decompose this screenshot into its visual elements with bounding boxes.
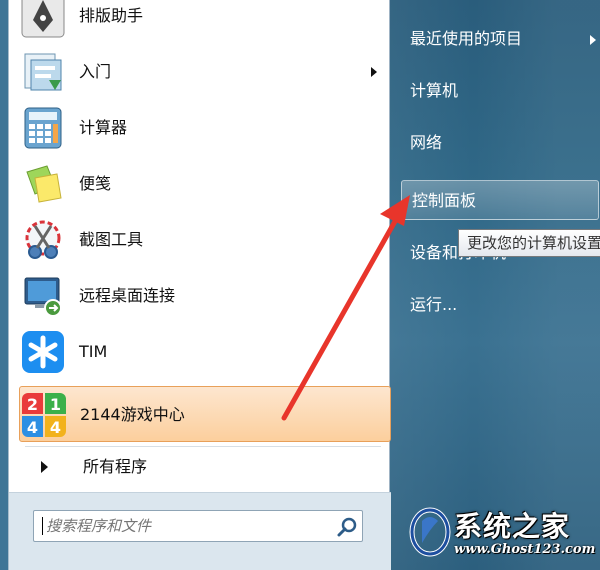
program-label: 2144游戏中心 — [80, 405, 185, 424]
recent-items-link[interactable]: 最近使用的项目 — [400, 24, 596, 54]
run-link[interactable]: 运行... — [400, 290, 457, 320]
program-item-calculator[interactable]: 计算器 — [19, 100, 391, 156]
program-item-sticky-notes[interactable]: 便笺 — [19, 156, 391, 212]
calculator-icon — [24, 107, 62, 149]
divider — [25, 446, 381, 447]
program-item-tim[interactable]: TIM — [19, 324, 391, 380]
watermark-logo-icon — [409, 507, 451, 557]
search-input[interactable] — [46, 515, 316, 537]
pen-nib-icon — [21, 0, 65, 38]
program-item-snipping-tool[interactable]: 截图工具 — [19, 212, 391, 268]
left-frame-edge — [0, 0, 8, 570]
programs-pane: 排版助手 入门 计算器 便笺 截图工具 远程桌面连接 TIM 2 1 4 4 2… — [8, 0, 391, 570]
remote-desktop-icon — [24, 277, 62, 317]
program-label: TIM — [79, 342, 108, 361]
computer-label: 计算机 — [410, 81, 459, 100]
all-programs-label: 所有程序 — [83, 457, 148, 476]
program-item-getting-started[interactable]: 入门 — [19, 44, 391, 100]
computer-link[interactable]: 计算机 — [400, 76, 458, 106]
program-label: 截图工具 — [79, 230, 144, 249]
watermark: 系统之家 www.Ghost123.com — [406, 505, 596, 565]
sticky-notes-icon — [26, 165, 62, 203]
submenu-arrow-icon — [371, 67, 377, 77]
search-icon[interactable] — [336, 516, 358, 538]
svg-text:4: 4 — [50, 418, 61, 437]
svg-text:4: 4 — [27, 418, 38, 437]
program-label: 便笺 — [79, 174, 112, 193]
all-programs-button[interactable]: 所有程序 — [19, 450, 391, 484]
watermark-url: www.Ghost123.com — [454, 542, 596, 557]
submenu-arrow-icon — [590, 35, 596, 45]
network-label: 网络 — [410, 133, 443, 152]
svg-text:1: 1 — [50, 395, 61, 414]
recent-items-label: 最近使用的项目 — [410, 29, 523, 48]
tim-star-icon — [22, 331, 64, 373]
program-label: 入门 — [79, 62, 112, 81]
program-label: 排版助手 — [79, 6, 144, 25]
search-area — [9, 492, 391, 570]
game-center-icon: 21 44 — [22, 393, 66, 437]
right-pane: 最近使用的项目 计算机 网络 设备和打印机 运行... — [390, 0, 600, 570]
search-box[interactable] — [33, 510, 363, 542]
program-item-game-center[interactable]: 21 44 2144游戏中心 — [19, 386, 391, 442]
expand-triangle-icon — [41, 461, 48, 473]
run-label: 运行... — [410, 295, 458, 314]
watermark-title: 系统之家 — [454, 510, 571, 543]
network-link[interactable]: 网络 — [400, 128, 442, 158]
control-panel-link[interactable]: 控制面板 — [401, 180, 599, 220]
program-item-remote-desktop[interactable]: 远程桌面连接 — [19, 268, 391, 324]
scissors-icon — [25, 220, 61, 259]
program-item-typesetting[interactable]: 排版助手 — [19, 0, 391, 44]
getting-started-icon — [24, 53, 62, 91]
text-caret — [42, 517, 43, 535]
tooltip: 更改您的计算机设置 — [458, 229, 600, 257]
control-panel-label: 控制面板 — [412, 191, 477, 210]
program-label: 计算器 — [79, 118, 128, 137]
program-label: 远程桌面连接 — [79, 286, 176, 305]
svg-text:2: 2 — [27, 395, 38, 414]
